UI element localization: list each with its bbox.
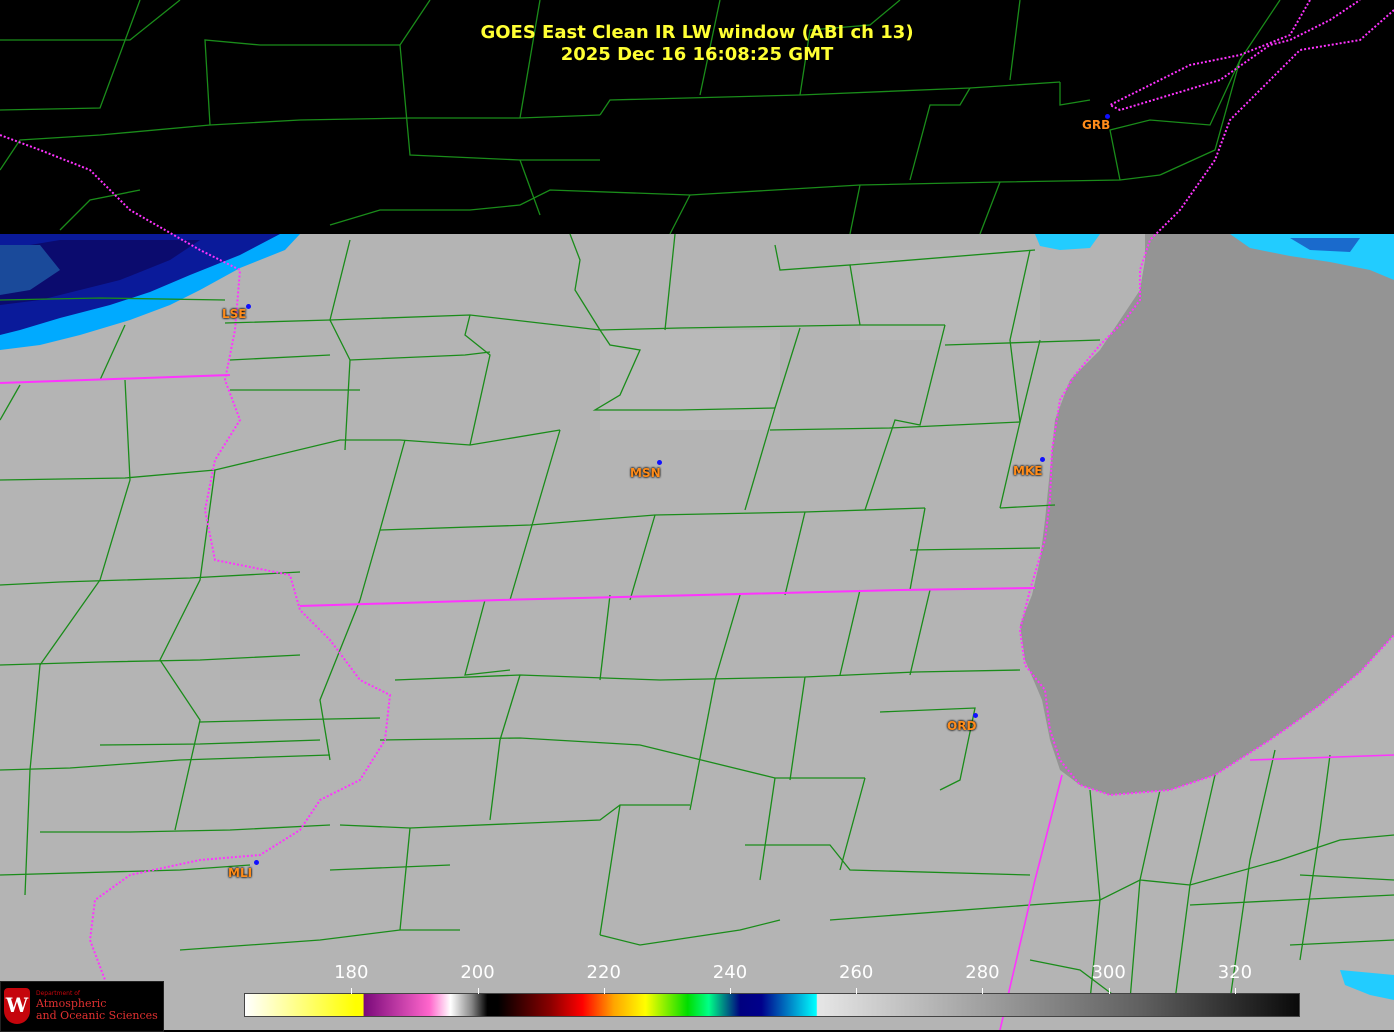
uw-shield-icon: W	[4, 988, 30, 1024]
colorbar-tick-mark	[1108, 988, 1110, 994]
colorbar-tick-label: 260	[839, 962, 874, 983]
colorbar-tick-label: 220	[586, 962, 621, 983]
map-timestamp: 2025 Dec 16 16:08:25 GMT	[560, 44, 834, 65]
colorbar-tick-mark	[351, 988, 353, 994]
colorbar-tick-mark	[603, 988, 605, 994]
colorbar-tick-label: 200	[460, 962, 495, 983]
city-label-grb: GRB	[1082, 118, 1111, 132]
station-dot-mli	[254, 860, 259, 865]
colorbar-tick-mark	[729, 988, 731, 994]
logo-oceanic: and Oceanic Sciences	[36, 1009, 158, 1022]
colorbar-tick-label: 300	[1091, 962, 1126, 983]
station-dot-ord	[973, 713, 978, 718]
map-title: GOES East Clean IR LW window (ABI ch 13)	[480, 22, 914, 43]
city-label-mli: MLI	[228, 866, 253, 880]
satellite-map	[0, 0, 1394, 1030]
colorbar-tick-mark	[856, 988, 858, 994]
colorbar-tick-label: 320	[1217, 962, 1253, 983]
temperature-colorbar	[244, 993, 1300, 1017]
colorbar-tick-mark	[477, 988, 479, 994]
city-label-ord: ORD	[947, 719, 977, 733]
colorbar-tick-label: 240	[712, 962, 748, 983]
colorbar-tick-label: 180	[334, 962, 369, 983]
colorbar-tick-label: 280	[965, 962, 1000, 983]
logo-department: Department of	[36, 990, 80, 997]
aos-logo: W Department of Atmospheric and Oceanic …	[0, 981, 164, 1032]
city-label-msn: MSN	[630, 466, 661, 480]
city-label-mke: MKE	[1013, 464, 1043, 478]
colorbar-tick-mark	[1234, 988, 1236, 994]
city-label-lse: LSE	[222, 307, 247, 321]
station-dot-mke	[1040, 457, 1045, 462]
station-dot-msn	[657, 460, 662, 465]
colorbar-tick-mark	[982, 988, 984, 994]
